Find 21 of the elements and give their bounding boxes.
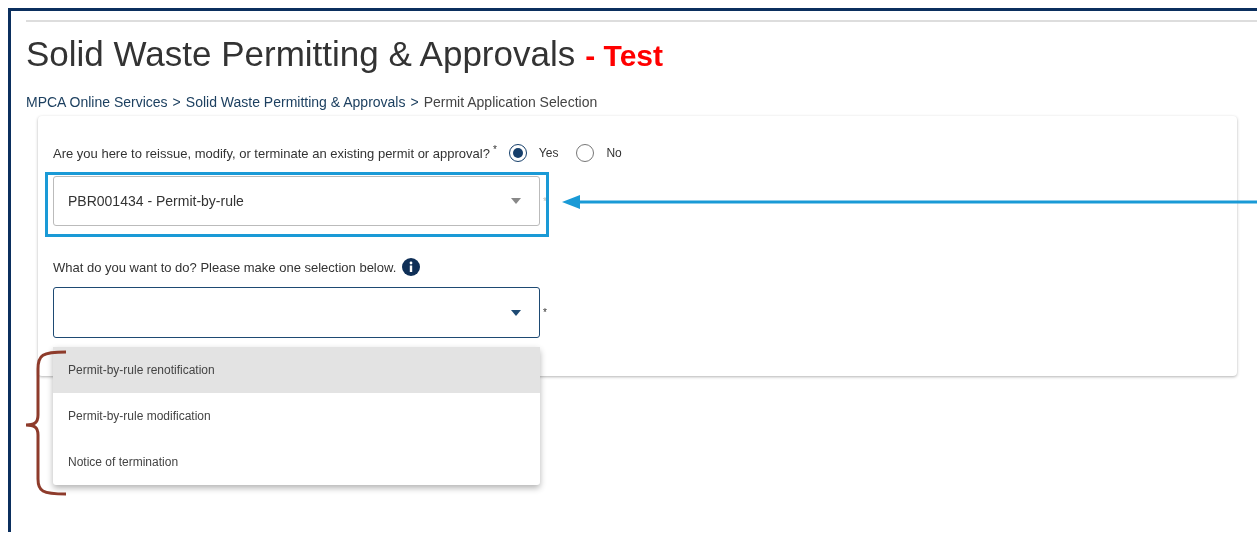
environment-tag: - Test [585, 34, 663, 78]
question-label: What do you want to do? Please make one selection below. [53, 259, 397, 275]
action-select[interactable] [53, 287, 540, 338]
required-mark: * [492, 144, 497, 155]
breadcrumb-separator: > [172, 94, 181, 110]
question-label: Are you here to reissue, modify, or terminate an existing permit or approval? [53, 145, 490, 161]
page-title: Solid Waste Permitting & Approvals [26, 33, 576, 75]
breadcrumb-link[interactable]: Solid Waste Permitting & Approvals [185, 94, 406, 110]
dropdown-option[interactable]: Notice of termination [53, 439, 540, 485]
caret-icon [511, 198, 521, 204]
required-mark: * [543, 307, 547, 318]
info-icon[interactable] [402, 258, 421, 276]
radio-label: No [606, 146, 622, 160]
breadcrumb-separator: > [410, 94, 419, 110]
caret-icon [511, 309, 521, 316]
radio-label: Yes [538, 146, 559, 160]
dropdown-option[interactable]: Permit-by-rule renotification [53, 347, 540, 393]
dropdown-option[interactable]: Permit-by-rule modification [53, 393, 540, 439]
breadcrumb-current: Permit Application Selection [423, 94, 598, 110]
breadcrumb-link[interactable]: MPCA Online Services [26, 94, 168, 110]
permit-select[interactable]: PBR001434 - Permit-by-rule [53, 176, 540, 226]
